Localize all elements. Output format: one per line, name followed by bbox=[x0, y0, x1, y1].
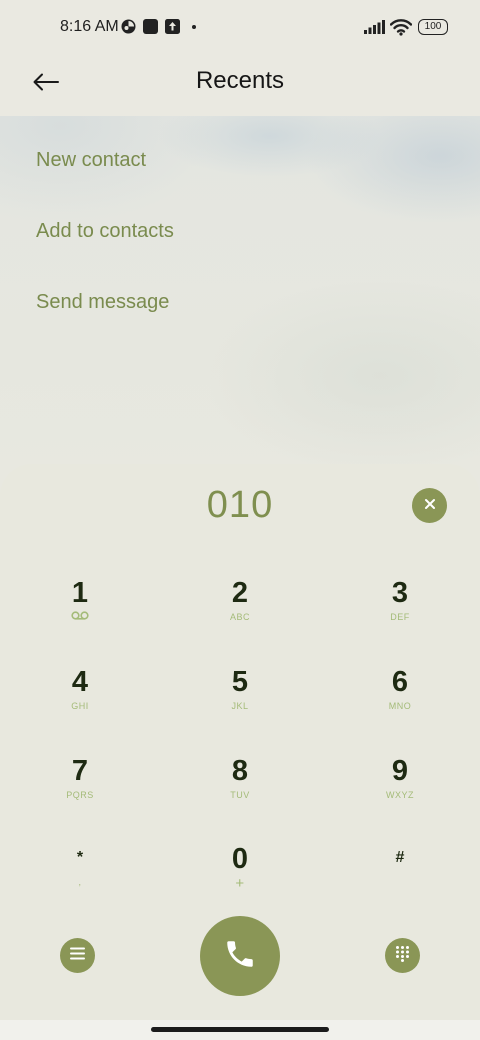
upload-notification-icon bbox=[165, 19, 180, 34]
key-8[interactable]: 8 TUV bbox=[185, 754, 295, 826]
key-letters: ABC bbox=[229, 612, 250, 622]
key-digit: * bbox=[76, 849, 84, 866]
key-digit: # bbox=[395, 849, 405, 866]
key-5[interactable]: 5 JKL bbox=[185, 665, 295, 737]
page-title: Recents bbox=[195, 67, 285, 94]
key-digit: 3 bbox=[391, 577, 409, 609]
actions-panel: New contact Add to contacts Send message bbox=[0, 116, 480, 496]
key-letters: PQRS bbox=[66, 790, 94, 800]
phone-icon bbox=[223, 937, 257, 976]
home-indicator[interactable] bbox=[151, 1027, 329, 1032]
dialpad-toggle-button[interactable] bbox=[385, 938, 420, 973]
key-1[interactable]: 1 bbox=[25, 576, 135, 648]
send-message-action[interactable]: Send message bbox=[36, 291, 169, 314]
key-digit: 9 bbox=[391, 755, 409, 787]
notification-square-icon bbox=[143, 19, 158, 34]
app-bar: Recents bbox=[0, 56, 480, 116]
key-digit: 6 bbox=[391, 666, 409, 698]
key-hash[interactable]: # bbox=[345, 841, 455, 913]
new-contact-action[interactable]: New contact bbox=[36, 149, 146, 172]
key-7[interactable]: 7 PQRS bbox=[25, 754, 135, 826]
dialpad-icon bbox=[395, 945, 410, 967]
key-letters: , bbox=[78, 877, 82, 887]
clear-button[interactable] bbox=[412, 488, 447, 523]
key-letters: GHI bbox=[71, 701, 89, 711]
key-star[interactable]: * , bbox=[25, 841, 135, 913]
app-notification-icon bbox=[121, 19, 136, 34]
dialed-number[interactable]: 010 bbox=[0, 484, 480, 527]
key-4[interactable]: 4 GHI bbox=[25, 665, 135, 737]
call-button[interactable] bbox=[200, 916, 280, 996]
menu-button[interactable] bbox=[60, 938, 95, 973]
key-digit: 8 bbox=[231, 755, 249, 787]
key-3[interactable]: 3 DEF bbox=[345, 576, 455, 648]
dialer-panel: 010 1 2 ABC 3 DEF 4 GHI 5 JKL 6 MNO 7 PQ… bbox=[0, 464, 480, 1020]
close-icon bbox=[424, 497, 436, 515]
status-time: 8:16 AM bbox=[60, 18, 119, 35]
wifi-icon bbox=[389, 18, 413, 36]
key-0[interactable]: 0 + bbox=[185, 842, 295, 914]
signal-icon bbox=[364, 20, 386, 34]
key-letters: TUV bbox=[230, 790, 250, 800]
menu-icon bbox=[70, 947, 85, 965]
voicemail-icon bbox=[25, 610, 135, 624]
key-letters: + bbox=[235, 875, 245, 892]
status-bar: 8:16 AM 100 bbox=[0, 0, 480, 56]
key-digit: 0 bbox=[231, 843, 249, 875]
key-digit: 2 bbox=[231, 577, 249, 609]
key-digit: 7 bbox=[71, 755, 89, 787]
add-to-contacts-action[interactable]: Add to contacts bbox=[36, 220, 174, 243]
key-digit: 1 bbox=[71, 577, 89, 609]
key-letters: MNO bbox=[388, 701, 412, 711]
more-notifications-dot bbox=[192, 25, 196, 29]
key-9[interactable]: 9 WXYZ bbox=[345, 754, 455, 826]
key-digit: 4 bbox=[71, 666, 89, 698]
key-letters: WXYZ bbox=[386, 790, 414, 800]
key-digit: 5 bbox=[231, 666, 249, 698]
key-6[interactable]: 6 MNO bbox=[345, 665, 455, 737]
battery-indicator: 100 bbox=[418, 19, 448, 35]
key-2[interactable]: 2 ABC bbox=[185, 576, 295, 648]
system-navigation-bar bbox=[0, 1020, 480, 1040]
key-letters: DEF bbox=[390, 612, 410, 622]
key-letters: JKL bbox=[231, 701, 249, 711]
